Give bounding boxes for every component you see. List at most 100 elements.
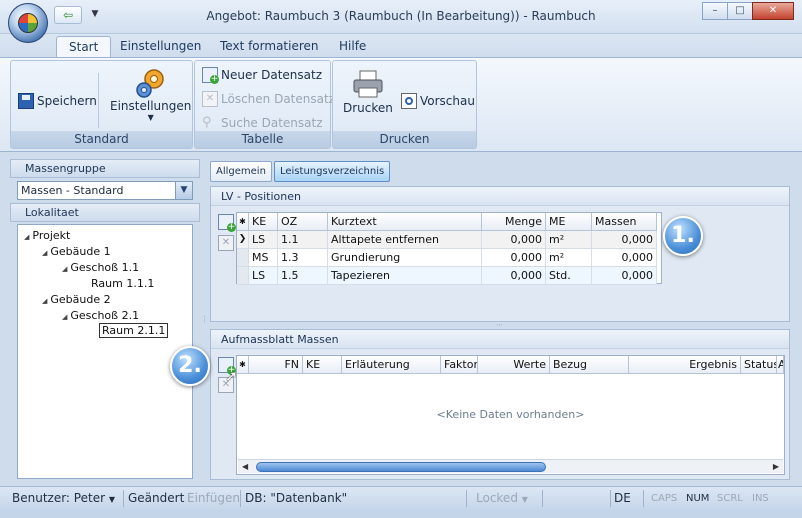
group-label-drucken: Drucken bbox=[333, 131, 476, 148]
add-record-icon[interactable]: + bbox=[218, 214, 236, 232]
column-header[interactable]: KE bbox=[303, 356, 342, 374]
maximize-button[interactable]: □ bbox=[727, 2, 753, 20]
lokalitaet-tree[interactable]: ◢ Projekt ◢ Gebäude 1 ◢ Geschoß 1.1 Raum 1.… bbox=[17, 224, 193, 479]
table-cell[interactable]: 0,000 bbox=[482, 231, 546, 249]
scroll-left-icon[interactable]: ◀ bbox=[242, 460, 248, 473]
separator bbox=[240, 490, 241, 507]
separator bbox=[542, 490, 543, 507]
separator bbox=[610, 490, 611, 507]
tree-node-selected[interactable]: Raum 2.1.1 bbox=[99, 323, 169, 338]
table-cell[interactable]: 0,000 bbox=[592, 249, 657, 267]
table-cell[interactable]: 0,000 bbox=[482, 249, 546, 267]
status-locked[interactable]: Locked ▼ bbox=[476, 491, 528, 505]
table-cell[interactable]: m² bbox=[546, 249, 592, 267]
group-label-standard: Standard bbox=[11, 131, 192, 148]
tab-start[interactable]: Start bbox=[56, 36, 112, 58]
status-language: DE bbox=[614, 491, 631, 505]
add-record-icon: + bbox=[202, 67, 219, 84]
chevron-down-icon[interactable]: ▼ bbox=[175, 182, 192, 199]
row-indicator[interactable] bbox=[237, 249, 249, 267]
expand-triangle-icon[interactable]: ◢ bbox=[42, 249, 47, 257]
column-header[interactable]: Ergebnis bbox=[629, 356, 741, 374]
tree-node[interactable]: ◢ Geschoß 1.1 bbox=[62, 261, 139, 274]
column-header[interactable]: Menge bbox=[482, 213, 546, 231]
minimize-button[interactable]: – bbox=[702, 2, 728, 20]
delete-record-icon[interactable]: ✕ bbox=[218, 235, 234, 251]
table-cell[interactable]: 1.3 bbox=[278, 249, 328, 267]
column-header[interactable]: KE bbox=[249, 213, 278, 231]
left-panel: Massengruppe Massen - Standard ▼ Lokalit… bbox=[10, 157, 200, 482]
splitter-handle[interactable]: ⋯ bbox=[496, 321, 503, 329]
ribbon: Speichern Einstellungen ▼ Standard + Neu… bbox=[0, 57, 802, 152]
print-button[interactable]: Drucken bbox=[343, 69, 393, 115]
chevron-down-icon: ▼ bbox=[108, 495, 115, 504]
section-title: LV - Positionen bbox=[211, 187, 789, 206]
tab-leistungsverzeichnis[interactable]: Leistungsverzeichnis bbox=[274, 161, 391, 182]
tree-node[interactable]: ◢ Geschoß 2.1 bbox=[62, 309, 139, 322]
massengruppe-select[interactable]: Massen - Standard ▼ bbox=[17, 181, 193, 200]
status-scrl: SCRL bbox=[717, 493, 743, 504]
horizontal-scrollbar[interactable]: ◀ ▶ bbox=[238, 459, 783, 473]
scrollbar-thumb[interactable] bbox=[256, 462, 546, 472]
expand-triangle-icon[interactable]: ◢ bbox=[62, 265, 67, 273]
new-record-button[interactable]: + Neuer Datensatz bbox=[202, 67, 322, 84]
search-record-button[interactable]: ⚲ Suche Datensatz bbox=[202, 115, 323, 131]
column-header[interactable]: Bezug bbox=[550, 356, 629, 374]
column-header[interactable]: A bbox=[777, 356, 784, 374]
application-menu-button[interactable] bbox=[8, 3, 48, 43]
column-header[interactable]: Erläuterung bbox=[342, 356, 441, 374]
status-num: NUM bbox=[686, 493, 710, 504]
column-header[interactable]: Werte bbox=[478, 356, 550, 374]
expand-triangle-icon[interactable]: ◢ bbox=[62, 313, 67, 321]
aufmass-grid[interactable]: ✱ FN KE Erläuterung Faktor Werte Bezug E… bbox=[236, 355, 785, 475]
scroll-right-icon[interactable]: ▶ bbox=[773, 460, 779, 473]
tab-hilfe[interactable]: Hilfe bbox=[327, 36, 378, 58]
tab-einstellungen[interactable]: Einstellungen bbox=[108, 36, 213, 58]
settings-button[interactable]: Einstellungen ▼ bbox=[110, 67, 191, 122]
table-cell[interactable]: MS bbox=[249, 249, 278, 267]
lv-positionen-section: LV - Positionen + ✕ ✱ KE OZ Kurztext Men… bbox=[210, 186, 790, 322]
delete-record-button[interactable]: ✕ Löschen Datensatz bbox=[202, 91, 335, 107]
table-cell[interactable]: LS bbox=[249, 267, 278, 285]
status-user[interactable]: Benutzer: Peter ▼ bbox=[12, 491, 115, 505]
table-cell[interactable]: LS bbox=[249, 231, 278, 249]
row-indicator-icon[interactable]: ❯ bbox=[237, 231, 249, 249]
table-cell[interactable]: 0,000 bbox=[592, 267, 657, 285]
tree-node[interactable]: ◢ Gebäude 1 bbox=[42, 245, 111, 258]
table-cell[interactable]: Tapezieren bbox=[328, 267, 482, 285]
table-cell[interactable]: Grundierung bbox=[328, 249, 482, 267]
tree-node[interactable]: ◢ Gebäude 2 bbox=[42, 293, 111, 306]
gears-icon bbox=[135, 69, 164, 98]
grid-corner: ✱ bbox=[237, 213, 249, 231]
expand-triangle-icon[interactable]: ◢ bbox=[42, 297, 47, 305]
column-header[interactable]: Kurztext bbox=[328, 213, 482, 231]
tree-node[interactable]: ◢ Projekt bbox=[24, 229, 70, 242]
expand-triangle-icon[interactable]: ◢ bbox=[24, 233, 29, 241]
column-header[interactable]: ME bbox=[546, 213, 592, 231]
column-header[interactable]: OZ bbox=[278, 213, 328, 231]
table-cell[interactable]: Std. bbox=[546, 267, 592, 285]
preview-button[interactable]: Vorschau bbox=[401, 93, 475, 109]
delete-record-icon: ✕ bbox=[202, 91, 218, 107]
search-icon: ⚲ bbox=[202, 115, 212, 130]
lv-grid[interactable]: ✱ KE OZ Kurztext Menge ME Massen ❯ LS 1.… bbox=[236, 212, 662, 285]
tab-text-formatieren[interactable]: Text formatieren bbox=[208, 36, 331, 58]
callout-badge-1: 1. bbox=[663, 216, 703, 256]
table-cell[interactable]: m² bbox=[546, 231, 592, 249]
chevron-down-icon: ▼ bbox=[521, 495, 528, 504]
table-cell[interactable]: 1.5 bbox=[278, 267, 328, 285]
tree-node[interactable]: Raum 1.1.1 bbox=[91, 277, 154, 290]
column-header[interactable]: Faktor bbox=[441, 356, 478, 374]
table-cell[interactable]: 0,000 bbox=[482, 267, 546, 285]
close-button[interactable]: ✕ bbox=[752, 2, 794, 20]
status-caps: CAPS bbox=[651, 493, 678, 504]
column-header[interactable]: Massen bbox=[592, 213, 657, 231]
row-indicator[interactable] bbox=[237, 267, 249, 285]
column-header[interactable]: FN bbox=[249, 356, 303, 374]
column-header[interactable]: Status bbox=[741, 356, 777, 374]
tab-allgemein[interactable]: Allgemein bbox=[210, 161, 272, 182]
table-cell[interactable]: 1.1 bbox=[278, 231, 328, 249]
table-cell[interactable]: Alttapete entfernen bbox=[328, 231, 482, 249]
save-button[interactable]: Speichern bbox=[18, 93, 97, 109]
table-cell[interactable]: 0,000 bbox=[592, 231, 657, 249]
